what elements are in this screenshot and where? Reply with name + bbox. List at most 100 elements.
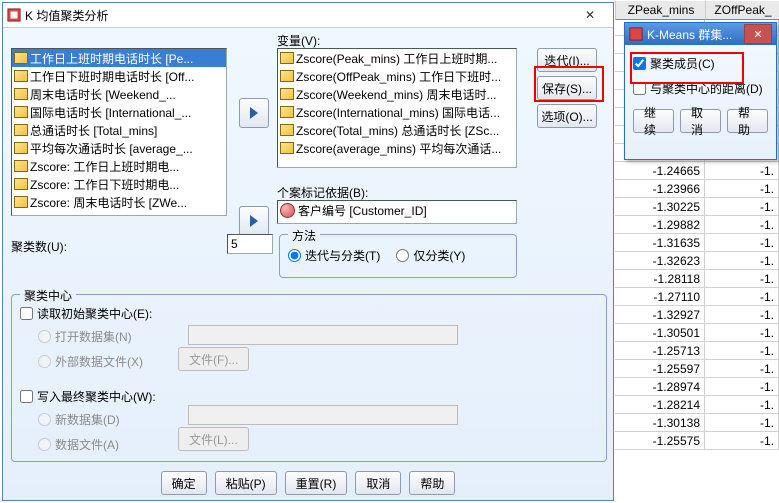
- source-var-item[interactable]: Zscore: 工作日上班时期电...: [12, 157, 226, 175]
- cancel-button[interactable]: 取消: [355, 471, 401, 495]
- grid-cell[interactable]: -1.: [705, 342, 779, 360]
- scale-icon: [280, 52, 294, 64]
- grid-cell[interactable]: -1.24665: [615, 162, 705, 180]
- case-label: 个案标记依据(B):: [277, 184, 368, 201]
- source-var-item[interactable]: 平均每次通话时长 [average_...: [12, 139, 226, 157]
- source-var-item[interactable]: 工作日上班时期电话时长 [Pe...: [12, 49, 226, 67]
- grid-cell[interactable]: -1.25575: [615, 432, 705, 450]
- save-distance[interactable]: 与聚类中心的距离(D): [633, 80, 768, 97]
- table-row: -1.25575-1.: [615, 432, 779, 450]
- source-var-list[interactable]: 工作日上班时期电话时长 [Pe...工作日下班时期电话时长 [Off...周末电…: [11, 48, 227, 216]
- table-row: -1.28214-1.: [615, 396, 779, 414]
- grid-cell[interactable]: -1.: [705, 216, 779, 234]
- scale-icon: [14, 88, 28, 100]
- variables-list[interactable]: Zscore(Peak_mins) 工作日上班时期...Zscore(OffPe…: [277, 48, 517, 168]
- new-dataset-field: [188, 405, 458, 425]
- scale-icon: [14, 106, 28, 118]
- grid-cell[interactable]: -1.: [705, 414, 779, 432]
- variable-item[interactable]: Zscore(International_mins) 国际电话...: [278, 103, 516, 121]
- subdialog-title-bar: K-Means 群集... ✕: [625, 23, 776, 45]
- source-var-item[interactable]: 工作日下班时期电话时长 [Off...: [12, 67, 226, 85]
- help-button[interactable]: 帮助: [409, 471, 455, 495]
- cluster-count-label: 聚类数(U):: [11, 238, 67, 255]
- grid-cell[interactable]: -1.25597: [615, 360, 705, 378]
- save-button[interactable]: 保存(S)...: [537, 76, 597, 100]
- variable-item[interactable]: Zscore(average_mins) 平均每次通话...: [278, 139, 516, 157]
- variable-item[interactable]: Zscore(Peak_mins) 工作日上班时期...: [278, 49, 516, 67]
- write-final-check[interactable]: 写入最终聚类中心(W):: [20, 388, 598, 405]
- nominal-icon: [280, 203, 295, 218]
- grid-cell[interactable]: -1.: [705, 378, 779, 396]
- move-to-variables-button[interactable]: [239, 98, 269, 128]
- cluster-count-input[interactable]: [227, 234, 273, 254]
- read-file-button: 文件(F)...: [178, 347, 249, 371]
- scale-icon: [280, 88, 294, 100]
- table-row: -1.29882-1.: [615, 216, 779, 234]
- grid-cell[interactable]: -1.28214: [615, 396, 705, 414]
- variable-item[interactable]: Zscore(OffPeak_mins) 工作日下班时...: [278, 67, 516, 85]
- app-icon: [7, 8, 21, 22]
- grid-cell[interactable]: -1.: [705, 270, 779, 288]
- reset-button[interactable]: 重置(R): [285, 471, 348, 495]
- read-initial-check[interactable]: 读取初始聚类中心(E):: [20, 305, 598, 322]
- close-icon[interactable]: ✕: [744, 24, 772, 44]
- grid-cell[interactable]: -1.32623: [615, 252, 705, 270]
- source-var-item[interactable]: Zscore: 工作日下班时期电...: [12, 175, 226, 193]
- grid-cell[interactable]: -1.: [705, 180, 779, 198]
- table-row: -1.30138-1.: [615, 414, 779, 432]
- grid-cell[interactable]: -1.: [705, 198, 779, 216]
- grid-cell[interactable]: -1.: [705, 234, 779, 252]
- case-id-box[interactable]: 客户编号 [Customer_ID]: [277, 200, 517, 224]
- table-row: -1.28118-1.: [615, 270, 779, 288]
- dialog-title-bar: K 均值聚类分析 ✕: [3, 3, 613, 28]
- ok-button[interactable]: 确定: [161, 471, 207, 495]
- centers-legend: 聚类中心: [20, 287, 76, 304]
- scale-icon: [14, 178, 28, 190]
- paste-button[interactable]: 粘贴(P): [215, 471, 277, 495]
- table-row: -1.24665-1.: [615, 162, 779, 180]
- grid-cell[interactable]: -1.23966: [615, 180, 705, 198]
- grid-cell[interactable]: -1.: [705, 324, 779, 342]
- grid-cell[interactable]: -1.30138: [615, 414, 705, 432]
- grid-cell[interactable]: -1.32927: [615, 306, 705, 324]
- grid-col-header-1[interactable]: ZPeak_mins: [615, 0, 707, 20]
- kmeans-dialog: K 均值聚类分析 ✕ 工作日上班时期电话时长 [Pe...工作日下班时期电话时长…: [2, 2, 614, 501]
- grid-cell[interactable]: -1.30225: [615, 198, 705, 216]
- source-var-item[interactable]: 周末电话时长 [Weekend_...: [12, 85, 226, 103]
- variable-item[interactable]: Zscore(Weekend_mins) 周末电话时...: [278, 85, 516, 103]
- grid-cell[interactable]: -1.27110: [615, 288, 705, 306]
- options-button[interactable]: 选项(O)...: [537, 104, 597, 128]
- grid-cell[interactable]: -1.28974: [615, 378, 705, 396]
- case-id-value: 客户编号 [Customer_ID]: [298, 202, 427, 219]
- sub-help-button[interactable]: 帮助: [727, 109, 768, 133]
- continue-button[interactable]: 继续: [633, 109, 674, 133]
- grid-cell[interactable]: -1.28118: [615, 270, 705, 288]
- iterate-button[interactable]: 迭代(I)...: [537, 48, 597, 72]
- dialog-title: K 均值聚类分析: [25, 7, 571, 24]
- method-classify-only[interactable]: 仅分类(Y): [396, 247, 465, 264]
- subdialog-title: K-Means 群集...: [647, 26, 744, 43]
- close-icon[interactable]: ✕: [571, 5, 609, 25]
- grid-cell[interactable]: -1.25713: [615, 342, 705, 360]
- method-iterate-classify[interactable]: 迭代与分类(T): [288, 247, 380, 264]
- move-to-caseid-button[interactable]: [239, 206, 269, 236]
- variable-item[interactable]: Zscore(Total_mins) 总通话时长 [ZSc...: [278, 121, 516, 139]
- grid-col-header-2[interactable]: ZOffPeak_: [705, 0, 779, 20]
- grid-cell[interactable]: -1.: [705, 360, 779, 378]
- grid-cell[interactable]: -1.: [705, 252, 779, 270]
- grid-cell[interactable]: -1.: [705, 162, 779, 180]
- source-var-item[interactable]: 国际电话时长 [International_...: [12, 103, 226, 121]
- grid-cell[interactable]: -1.: [705, 288, 779, 306]
- grid-cell[interactable]: -1.: [705, 396, 779, 414]
- grid-cell[interactable]: -1.: [705, 432, 779, 450]
- save-cluster-membership[interactable]: 聚类成员(C): [633, 55, 768, 72]
- sub-cancel-button[interactable]: 取消: [680, 109, 721, 133]
- grid-cell[interactable]: -1.29882: [615, 216, 705, 234]
- table-row: -1.32927-1.: [615, 306, 779, 324]
- source-var-item[interactable]: Zscore: 周末电话时长 [ZWe...: [12, 193, 226, 211]
- source-var-item[interactable]: 总通话时长 [Total_mins]: [12, 121, 226, 139]
- grid-cell[interactable]: -1.31635: [615, 234, 705, 252]
- grid-cell[interactable]: -1.: [705, 306, 779, 324]
- scale-icon: [14, 142, 28, 154]
- grid-cell[interactable]: -1.30501: [615, 324, 705, 342]
